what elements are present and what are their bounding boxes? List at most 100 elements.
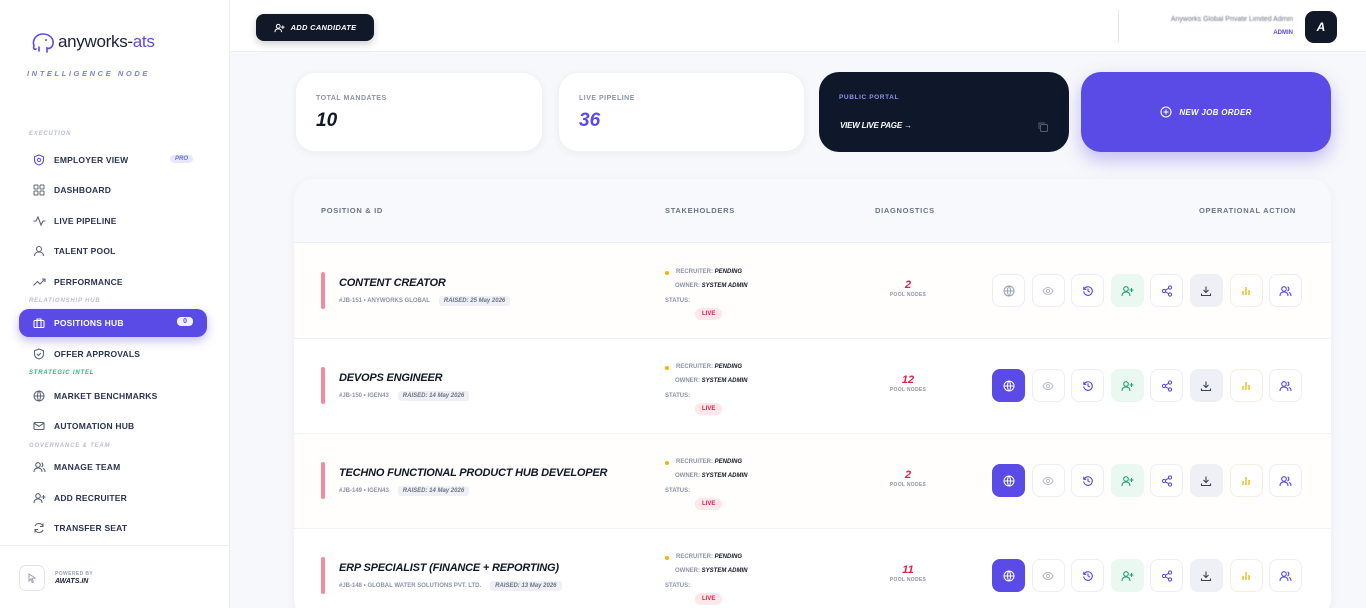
publish-button[interactable]: [992, 369, 1025, 402]
team-button[interactable]: [1269, 274, 1303, 307]
add-candidate-button[interactable]: ADD CANDIDATE: [256, 14, 374, 41]
position-title[interactable]: ERP SPECIALIST (FINANCE + REPORTING): [339, 562, 559, 574]
status-badge: LIVE: [695, 593, 723, 605]
row-actions: [992, 559, 1309, 592]
raised-date: RAISED: 25 May 2026: [438, 296, 511, 306]
position-title[interactable]: CONTENT CREATOR: [339, 277, 446, 289]
share-button[interactable]: [1150, 274, 1184, 307]
preview-button[interactable]: [1031, 369, 1065, 402]
sidebar-item-label: MANAGE TEAM: [54, 462, 121, 472]
share-icon: [1161, 474, 1173, 487]
download-button[interactable]: [1189, 274, 1223, 307]
team-button[interactable]: [1269, 464, 1303, 497]
pool-count: 12: [901, 374, 915, 386]
users-icon: [1279, 380, 1292, 392]
preview-button[interactable]: [1031, 559, 1065, 592]
user-name: Anyworks Global Private Limited Admin: [1170, 16, 1293, 23]
sidebar-item-label: EMPLOYER VIEW: [54, 155, 129, 165]
sidebar-item-performance[interactable]: PERFORMANCE: [19, 268, 207, 296]
priority-bar: [321, 462, 325, 499]
priority-bar: [321, 272, 325, 309]
eye-icon: [1042, 285, 1054, 297]
analytics-button[interactable]: [1229, 274, 1263, 307]
owner-line: OWNER: SYSTEM ADMIN: [675, 568, 748, 574]
cursor-icon[interactable]: [19, 565, 45, 591]
team-button[interactable]: [1269, 559, 1303, 592]
publish-button[interactable]: [992, 464, 1025, 497]
brand-name: anyworks-ats: [58, 32, 155, 51]
new-job-order-button[interactable]: NEW JOB ORDER: [1081, 72, 1331, 152]
recruiter-line: RECRUITER: PENDING: [676, 459, 743, 465]
copy-icon[interactable]: [1037, 120, 1049, 138]
sidebar-item-offer-approvals[interactable]: OFFER APPROVALS: [19, 340, 207, 368]
user-plus-icon: [1121, 285, 1134, 297]
pool-label: POOL NODES: [889, 577, 927, 583]
add-candidate-row-button[interactable]: [1110, 559, 1144, 592]
position-id: #JB-148 • GLOBAL WATER SOLUTIONS PVT. LT…: [339, 583, 482, 589]
analytics-button[interactable]: [1229, 559, 1263, 592]
publish-button[interactable]: [992, 559, 1025, 592]
position-id: #JB-151 • ANYWORKS GLOBAL: [339, 298, 430, 304]
download-button[interactable]: [1189, 369, 1223, 402]
users-icon: [1279, 475, 1292, 487]
sidebar-item-talent-pool[interactable]: TALENT POOL: [19, 237, 207, 265]
download-button[interactable]: [1189, 559, 1223, 592]
sidebar-item-manage-team[interactable]: MANAGE TEAM: [19, 453, 207, 481]
users-icon: [1279, 285, 1292, 297]
sidebar-item-label: LIVE PIPELINE: [54, 216, 117, 226]
team-button[interactable]: [1269, 369, 1303, 402]
elephant-icon: [32, 33, 54, 53]
sidebar-item-automation-hub[interactable]: AUTOMATION HUB: [19, 412, 207, 440]
status-badge: LIVE: [695, 403, 723, 415]
analytics-button[interactable]: [1229, 369, 1263, 402]
table-row: TECHNO FUNCTIONAL PRODUCT HUB DEVELOPER #…: [294, 434, 1331, 529]
share-button[interactable]: [1150, 464, 1184, 497]
sidebar-item-add-recruiter[interactable]: ADD RECRUITER: [19, 484, 207, 512]
section-execution: EXECUTION: [29, 131, 72, 137]
sidebar-item-employer-view[interactable]: EMPLOYER VIEW PRO: [19, 146, 207, 174]
priority-bar: [321, 557, 325, 594]
publish-button[interactable]: [992, 274, 1025, 307]
history-button[interactable]: [1071, 464, 1105, 497]
add-candidate-row-button[interactable]: [1110, 369, 1144, 402]
sidebar-item-label: AUTOMATION HUB: [54, 421, 135, 431]
table-row: CONTENT CREATOR #JB-151 • ANYWORKS GLOBAL…: [294, 244, 1331, 339]
sidebar-item-market-benchmarks[interactable]: MARKET BENCHMARKS: [19, 382, 207, 410]
diagnostics: 11 POOL NODES: [864, 564, 952, 583]
powered-by-brand[interactable]: AWATS.IN: [55, 578, 88, 585]
sidebar-item-positions-hub[interactable]: POSITIONS HUB 0: [19, 309, 207, 337]
positions-table: POSITION & ID STAKEHOLDERS DIAGNOSTICS O…: [294, 179, 1331, 608]
add-candidate-row-button[interactable]: [1110, 274, 1144, 307]
sidebar: anyworks-ats INTELLIGENCE NODE EXECUTION…: [0, 0, 230, 608]
public-portal-card[interactable]: PUBLIC PORTAL VIEW LIVE PAGE →: [819, 72, 1069, 152]
total-mandates-value: 10: [316, 110, 338, 131]
section-governance: GOVERNANCE & TEAM: [29, 443, 111, 449]
preview-button[interactable]: [1031, 274, 1065, 307]
share-button[interactable]: [1150, 559, 1184, 592]
sidebar-item-label: ADD RECRUITER: [54, 493, 127, 503]
history-button[interactable]: [1071, 274, 1105, 307]
globe-icon: [1003, 285, 1015, 297]
share-button[interactable]: [1150, 369, 1184, 402]
avatar[interactable]: A: [1305, 11, 1337, 43]
download-icon: [1200, 570, 1212, 582]
divider: [1118, 10, 1119, 42]
user-plus-icon: [32, 491, 46, 505]
sidebar-item-transfer-seat[interactable]: TRANSFER SEAT: [19, 514, 207, 542]
position-meta: #JB-150 • IGEN43 RAISED: 14 May 2026: [339, 391, 470, 401]
download-button[interactable]: [1189, 464, 1223, 497]
section-relationship: RELATIONSHIP HUB: [29, 298, 101, 304]
preview-button[interactable]: [1031, 464, 1065, 497]
position-title[interactable]: DEVOPS ENGINEER: [339, 372, 443, 384]
sidebar-item-dashboard[interactable]: DASHBOARD: [19, 176, 207, 204]
history-button[interactable]: [1071, 559, 1105, 592]
add-candidate-row-button[interactable]: [1110, 464, 1144, 497]
globe-icon: [1003, 570, 1015, 582]
position-title[interactable]: TECHNO FUNCTIONAL PRODUCT HUB DEVELOPER: [339, 467, 607, 479]
analytics-button[interactable]: [1229, 464, 1263, 497]
history-button[interactable]: [1071, 369, 1105, 402]
sidebar-item-live-pipeline[interactable]: LIVE PIPELINE: [19, 207, 207, 235]
view-live-page-link[interactable]: VIEW LIVE PAGE →: [840, 121, 912, 130]
brand-logo[interactable]: anyworks-ats: [30, 30, 155, 54]
pending-dot: [665, 461, 669, 465]
